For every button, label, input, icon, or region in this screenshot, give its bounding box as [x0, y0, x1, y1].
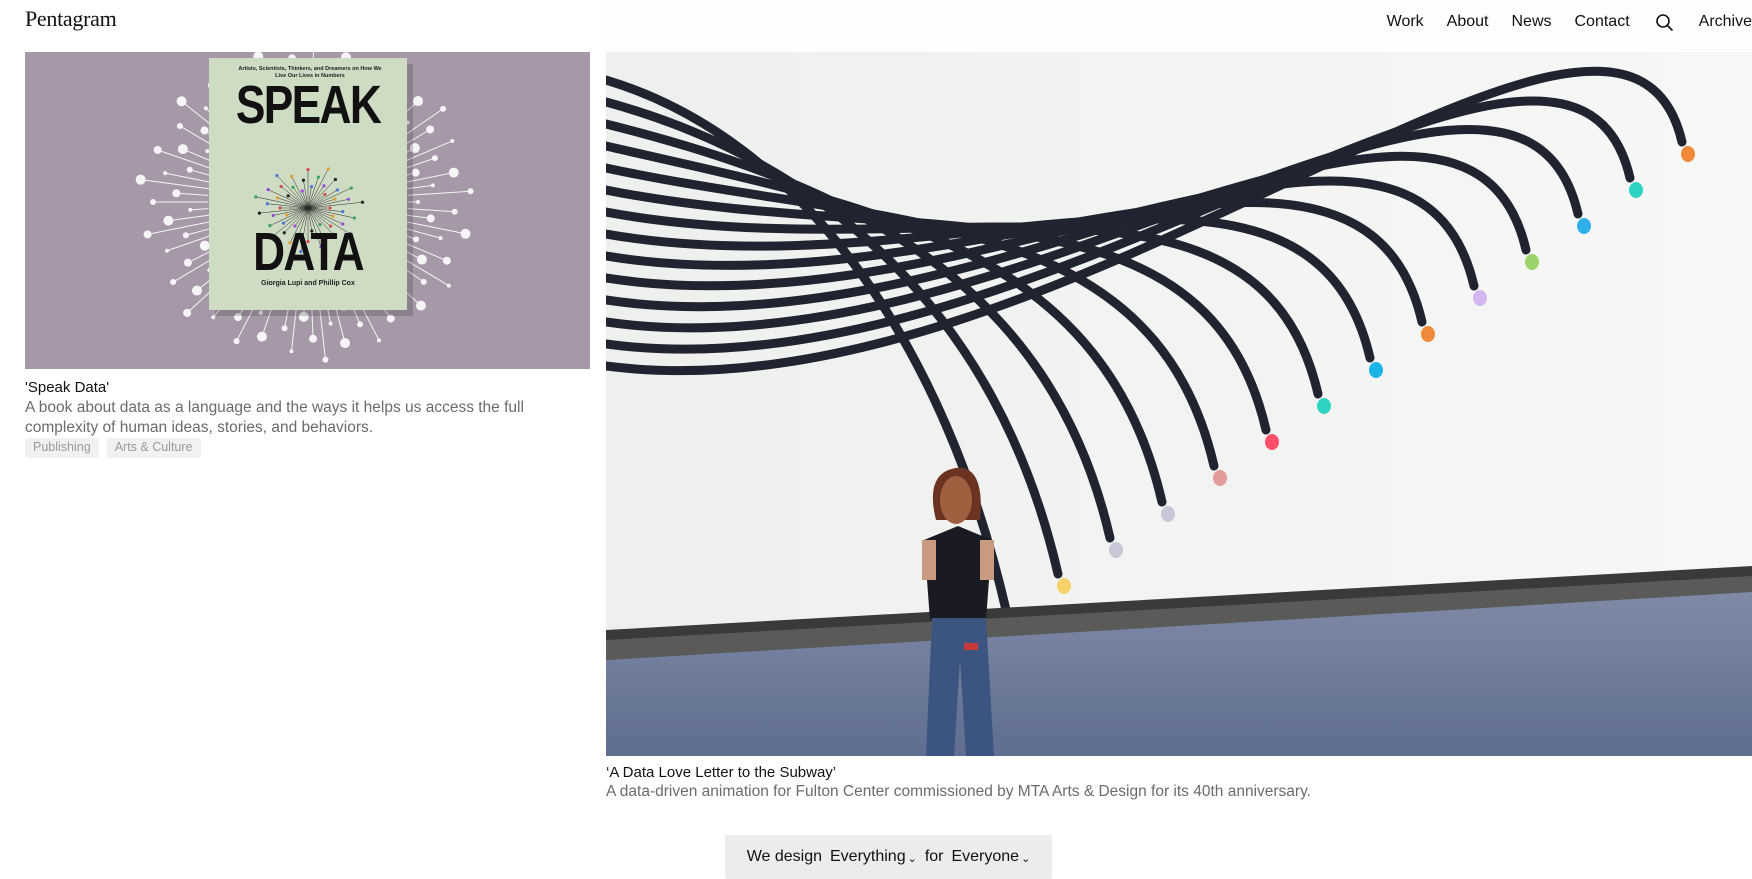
- subway-illustration: [606, 0, 1752, 756]
- nav-news[interactable]: News: [1511, 13, 1551, 31]
- subway-photo[interactable]: [606, 0, 1752, 756]
- book-cover-authors: Giorgia Lupi and Phillip Cox: [261, 280, 355, 287]
- project-title[interactable]: ‘A Data Love Letter to the Subway’: [606, 764, 1752, 781]
- tag-list: Publishing Arts & Culture: [25, 438, 590, 458]
- nav-archive[interactable]: Archive: [1699, 13, 1752, 31]
- nav-contact[interactable]: Contact: [1575, 13, 1630, 31]
- we-design-filter: We design Everything ⌄ for Everyone ⌄: [725, 835, 1052, 879]
- project-title[interactable]: 'Speak Data': [25, 379, 590, 396]
- search-icon[interactable]: [1654, 11, 1676, 33]
- book-cover-title-data: DATA: [253, 222, 364, 282]
- filter-middle: for: [924, 848, 944, 865]
- tag-publishing[interactable]: Publishing: [25, 438, 99, 458]
- project-card-speak-data[interactable]: Artists, Scientists, Thinkers, and Dream…: [25, 52, 590, 458]
- project-card-subway[interactable]: ‘A Data Love Letter to the Subway’ A dat…: [606, 0, 1752, 802]
- nav-work[interactable]: Work: [1387, 13, 1424, 31]
- main-nav: Work About News Contact Archive: [1364, 10, 1752, 34]
- chevron-down-icon: ⌄: [1021, 852, 1031, 865]
- filter-prefix: We design: [746, 848, 822, 865]
- book-cover-title-speak: SPEAK: [235, 75, 382, 135]
- chevron-down-icon: ⌄: [907, 852, 917, 865]
- nav-about[interactable]: About: [1447, 13, 1489, 31]
- filter-what-value: Everything: [830, 848, 906, 865]
- filter-who-value: Everyone: [951, 848, 1020, 865]
- project-description: A book about data as a language and the …: [25, 399, 524, 436]
- filter-who-dropdown[interactable]: Everyone ⌄: [951, 848, 1030, 866]
- tag-arts-culture[interactable]: Arts & Culture: [106, 438, 201, 458]
- filter-what-dropdown[interactable]: Everything ⌄: [830, 848, 917, 866]
- project-description: A data-driven animation for Fulton Cente…: [606, 783, 1311, 800]
- pentagram-logo[interactable]: Pentagram: [25, 6, 117, 32]
- site-header: Pentagram Work About News Contact Archiv…: [0, 0, 1752, 52]
- speak-data-image[interactable]: Artists, Scientists, Thinkers, and Dream…: [25, 52, 590, 369]
